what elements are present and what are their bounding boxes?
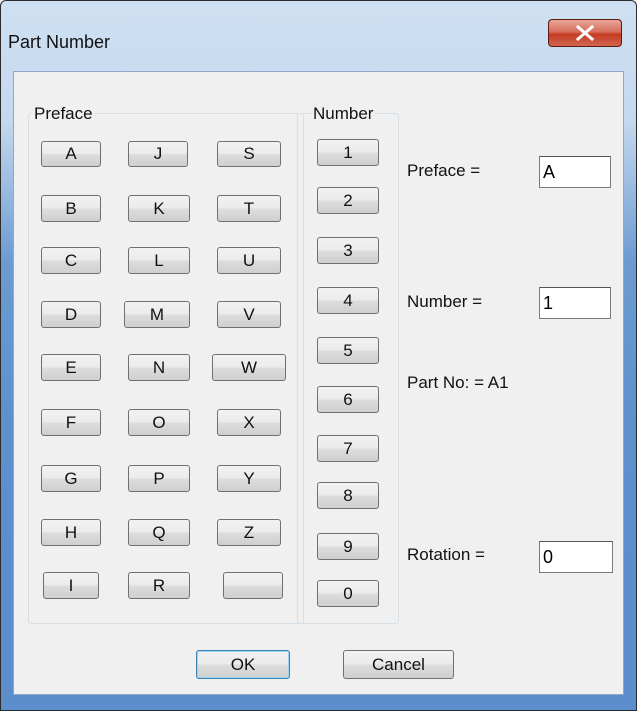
dialog-client-area: Preface Number A J S B K T C L U D M V E… (13, 71, 624, 695)
preface-button-o[interactable]: O (128, 409, 190, 436)
preface-button-k[interactable]: K (128, 195, 190, 222)
part-no-readout: Part No: = A1 (407, 373, 509, 392)
preface-button-g[interactable]: G (41, 465, 101, 492)
part-number-dialog: Part Number Preface Number A J S B K T C… (0, 0, 637, 711)
preface-field[interactable] (539, 156, 611, 188)
preface-button-z[interactable]: Z (217, 519, 281, 546)
preface-group-label: Preface (32, 104, 95, 123)
preface-button-c[interactable]: C (41, 247, 101, 274)
window-title: Part Number (8, 32, 111, 52)
number-button-1[interactable]: 1 (317, 139, 379, 166)
number-button-3[interactable]: 3 (317, 237, 379, 264)
preface-button-i[interactable]: I (43, 572, 99, 599)
number-button-5[interactable]: 5 (317, 337, 379, 364)
rotation-field[interactable] (539, 541, 613, 573)
title-bar[interactable]: Part Number (1, 1, 636, 69)
preface-button-x[interactable]: X (217, 409, 281, 436)
number-button-7[interactable]: 7 (317, 435, 379, 462)
number-button-2[interactable]: 2 (317, 187, 379, 214)
number-button-0[interactable]: 0 (317, 580, 379, 607)
preface-button-a[interactable]: A (41, 141, 101, 167)
cancel-button[interactable]: Cancel (343, 650, 454, 679)
number-group-label: Number (311, 104, 376, 123)
preface-button-r[interactable]: R (128, 572, 190, 599)
preface-button-b[interactable]: B (41, 195, 101, 222)
rotation-field-label: Rotation = (407, 545, 485, 564)
number-button-9[interactable]: 9 (317, 533, 379, 560)
preface-button-q[interactable]: Q (128, 519, 190, 546)
number-field-label: Number = (407, 292, 483, 311)
number-field[interactable] (539, 287, 611, 319)
preface-button-u[interactable]: U (217, 247, 281, 274)
ok-button[interactable]: OK (196, 650, 290, 679)
preface-button-e[interactable]: E (41, 354, 101, 381)
preface-button-h[interactable]: H (41, 519, 101, 546)
number-button-6[interactable]: 6 (317, 386, 379, 413)
preface-button-n[interactable]: N (128, 354, 190, 381)
preface-button-y[interactable]: Y (217, 465, 281, 492)
preface-button-j[interactable]: J (128, 141, 188, 167)
preface-button-f[interactable]: F (41, 409, 101, 436)
close-icon (575, 25, 595, 41)
preface-button-t[interactable]: T (217, 195, 281, 222)
preface-button-p[interactable]: P (128, 465, 190, 492)
preface-button-m[interactable]: M (124, 301, 190, 328)
close-button[interactable] (548, 19, 622, 47)
preface-button-blank[interactable] (223, 572, 283, 599)
preface-button-d[interactable]: D (41, 301, 101, 328)
preface-button-w[interactable]: W (212, 354, 286, 381)
number-button-4[interactable]: 4 (317, 287, 379, 314)
preface-button-l[interactable]: L (128, 247, 190, 274)
preface-field-label: Preface = (407, 161, 481, 180)
preface-button-s[interactable]: S (217, 141, 281, 167)
number-button-8[interactable]: 8 (317, 482, 379, 509)
preface-button-v[interactable]: V (217, 301, 281, 328)
